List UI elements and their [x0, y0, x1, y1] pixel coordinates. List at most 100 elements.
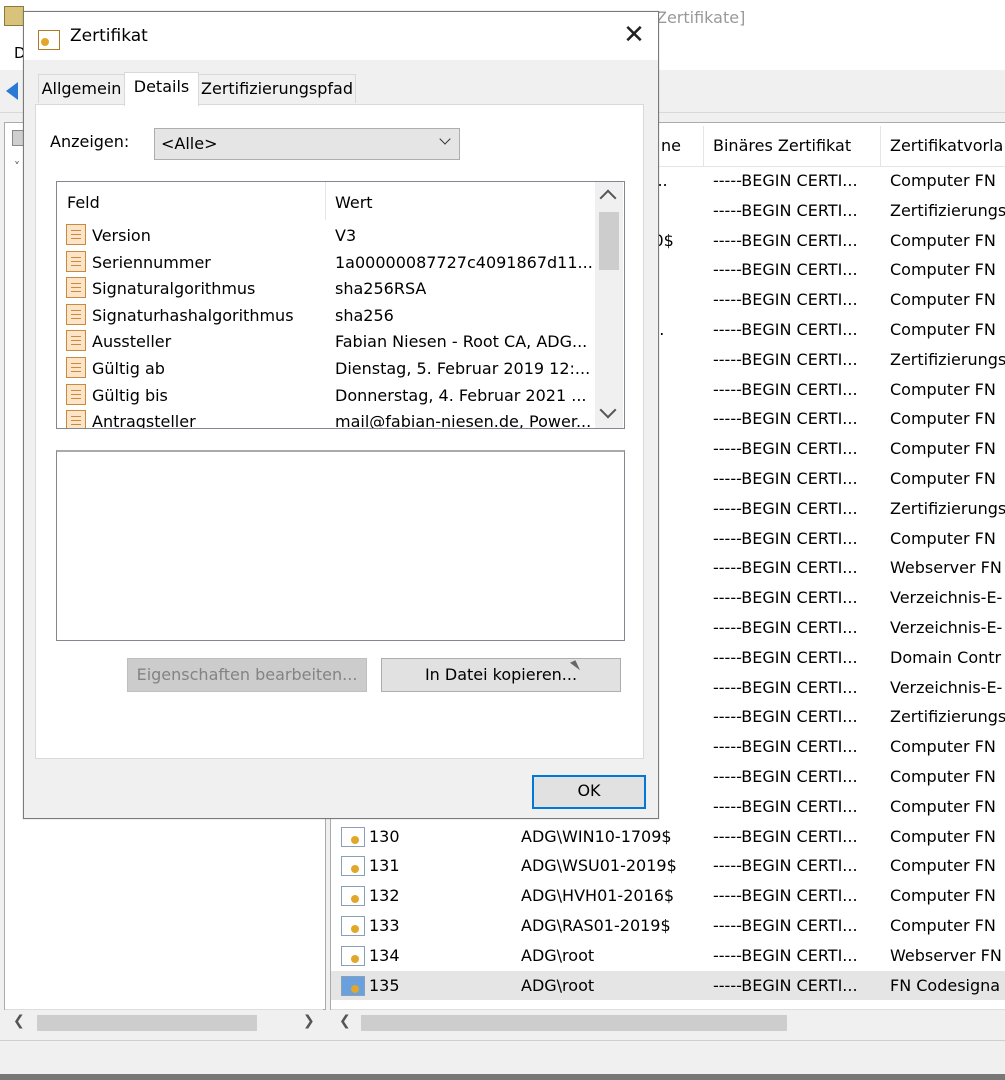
scroll-right-icon[interactable]: ❯ — [303, 1013, 315, 1029]
tree-expand-icon[interactable]: ˅ — [14, 160, 20, 174]
binary-certificate-cell: -----BEGIN CERTI... — [713, 588, 858, 608]
field-value: 1a00000087727c4091867d11... — [335, 252, 593, 272]
table-row[interactable]: 133 ADG\RAS01-2019$ -----BEGIN CERTI... Com… — [331, 911, 1005, 941]
binary-certificate-cell: -----BEGIN CERTI... — [713, 439, 858, 459]
tree-horizontal-scrollbar[interactable]: ❮ ❯ — [5, 1009, 323, 1036]
binary-certificate-cell: -----BEGIN CERTI... — [713, 558, 858, 578]
template-cell: Verzeichnis-E- — [890, 618, 1003, 637]
column-header-binary-certificate[interactable]: Binäres Zertifikat — [713, 136, 851, 155]
template-cell: Webserver FN — [890, 558, 1002, 578]
field-row[interactable]: Gültig bis Donnerstag, 4. Februar 2021 ..… — [57, 382, 595, 409]
scrollbar-thumb[interactable] — [361, 1015, 787, 1031]
list-horizontal-scrollbar[interactable]: ❮ — [331, 1009, 1005, 1036]
binary-certificate-cell: -----BEGIN CERTI... — [713, 677, 858, 697]
template-cell: Computer FN — [890, 528, 996, 548]
certificate-fields-list[interactable]: Feld Wert Version V3 Seriennummer 1a0000008… — [56, 181, 625, 429]
requester-cell: ADG\root — [521, 975, 595, 995]
template-cell: Computer FN — [890, 230, 996, 250]
template-cell: Verzeichnis-E- — [890, 588, 1003, 608]
show-filter-value: <Alle> — [161, 134, 218, 153]
binary-certificate-cell: -----BEGIN CERTI... — [713, 379, 858, 399]
table-row[interactable]: 131 ADG\WSU01-2019$ -----BEGIN CERTI... Com… — [331, 851, 1005, 881]
binary-certificate-cell: -----BEGIN CERTI... — [713, 349, 858, 369]
requester-cell: ADG\WSU01-2019$ — [521, 856, 677, 876]
field-row[interactable]: Gültig ab Dienstag, 5. Februar 2019 12:..… — [57, 355, 595, 382]
table-row[interactable]: 132 ADG\HVH01-2016$ -----BEGIN CERTI... Com… — [331, 881, 1005, 911]
requester-cell: ADG\WIN10-1709$ — [521, 826, 672, 846]
field-row[interactable]: Signaturhashalgorithmus sha256 — [57, 302, 595, 329]
show-filter-select[interactable]: <Alle> — [154, 128, 460, 160]
close-icon[interactable]: ✕ — [622, 20, 646, 50]
chevron-down-icon — [439, 133, 451, 145]
table-row[interactable]: 130 ADG\WIN10-1709$ -----BEGIN CERTI... Com… — [331, 822, 1005, 852]
binary-certificate-cell: -----BEGIN CERTI... — [713, 945, 858, 965]
scroll-up-icon[interactable] — [599, 189, 617, 207]
field-icon — [66, 303, 86, 325]
table-row[interactable]: 135 ADG\root -----BEGIN CERTI... FN Codesig… — [331, 970, 1005, 1001]
request-id-cell: 135 — [369, 975, 400, 995]
scroll-down-icon[interactable] — [599, 401, 617, 419]
template-cell: Zertifizierungs — [890, 707, 1005, 727]
template-cell: Zertifizierungs — [890, 200, 1005, 220]
scroll-left-icon[interactable]: ❮ — [13, 1013, 25, 1029]
template-cell: Webserver FN — [890, 945, 1002, 965]
template-cell: Computer FN — [890, 856, 996, 876]
field-row[interactable]: Aussteller Fabian Niesen - Root CA, ADG..… — [57, 328, 595, 355]
template-cell: Computer FN — [890, 260, 996, 280]
column-header-value[interactable]: Wert — [335, 193, 373, 212]
requester-cell: ADG\RAS01-2019$ — [521, 916, 671, 935]
requester-cell: ADG\root — [521, 945, 595, 965]
fields-vertical-scrollbar[interactable] — [595, 182, 623, 428]
binary-certificate-cell: -----BEGIN CERTI... — [713, 856, 858, 876]
field-name: Version — [92, 226, 151, 245]
binary-certificate-cell: -----BEGIN CERTI... — [713, 320, 858, 339]
certificate-icon — [38, 30, 60, 50]
column-header-field[interactable]: Feld — [67, 193, 100, 212]
field-icon — [66, 224, 86, 245]
window-bottom-edge — [0, 1074, 1005, 1080]
field-row[interactable]: Signaturalgorithmus sha256RSA — [57, 275, 595, 302]
field-value: Dienstag, 5. Februar 2019 12:... — [335, 359, 591, 378]
dialog-title: Zertifikat — [70, 26, 148, 46]
template-cell: Computer FN — [890, 320, 996, 339]
copy-to-file-button[interactable]: In Datei kopieren... — [381, 658, 621, 692]
tab-details[interactable]: Details — [124, 72, 199, 106]
request-id-cell: 131 — [369, 856, 400, 876]
dialog-title-bar[interactable]: Zertifikat ✕ — [24, 12, 658, 60]
template-cell: Computer FN — [890, 826, 996, 846]
field-row[interactable]: Antragsteller mail@fabian-niesen.de, Powe… — [57, 408, 595, 429]
scroll-left-icon[interactable]: ❮ — [339, 1013, 351, 1029]
field-name: Antragsteller — [92, 412, 196, 429]
field-value: sha256 — [335, 305, 394, 325]
template-cell: Zertifizierungs — [890, 349, 1005, 369]
template-cell: Domain Contr — [890, 647, 1002, 667]
field-value: Fabian Niesen - Root CA, ADG... — [335, 332, 588, 352]
tab-general[interactable]: Allgemein — [38, 74, 125, 103]
binary-certificate-cell: -----BEGIN CERTI... — [713, 409, 858, 429]
background-window-title: Zertifikate] — [656, 8, 746, 27]
binary-certificate-cell: -----BEGIN CERTI... — [713, 707, 858, 727]
scrollbar-thumb[interactable] — [599, 212, 619, 270]
field-row[interactable]: Version V3 — [57, 222, 595, 249]
certificate-icon — [341, 916, 365, 936]
back-arrow-icon[interactable] — [6, 82, 18, 100]
binary-certificate-cell: -----BEGIN CERTI... — [713, 618, 858, 637]
column-header-requester[interactable]: ne — [661, 136, 681, 155]
field-value-detail-box[interactable] — [56, 450, 625, 641]
table-row[interactable]: 134 ADG\root -----BEGIN CERTI... Webserver … — [331, 941, 1005, 971]
template-cell: Computer FN — [890, 916, 996, 935]
tab-certification-path[interactable]: Zertifizierungspfad — [198, 74, 356, 103]
binary-certificate-cell: -----BEGIN CERTI... — [713, 171, 858, 190]
scrollbar-thumb[interactable] — [37, 1015, 257, 1031]
template-cell: Computer FN — [890, 171, 996, 190]
certificate-icon — [341, 975, 365, 996]
field-value: sha256RSA — [335, 279, 427, 299]
field-row[interactable]: Seriennummer 1a00000087727c4091867d11... — [57, 249, 595, 276]
column-header-template[interactable]: Zertifikatvorla — [890, 136, 1003, 155]
ok-button[interactable]: OK — [532, 775, 646, 809]
field-value: V3 — [335, 226, 357, 245]
template-cell: Computer FN — [890, 886, 996, 906]
field-name: Gültig ab — [92, 359, 165, 378]
field-name: Seriennummer — [92, 252, 211, 272]
template-cell: Verzeichnis-E- — [890, 677, 1003, 697]
